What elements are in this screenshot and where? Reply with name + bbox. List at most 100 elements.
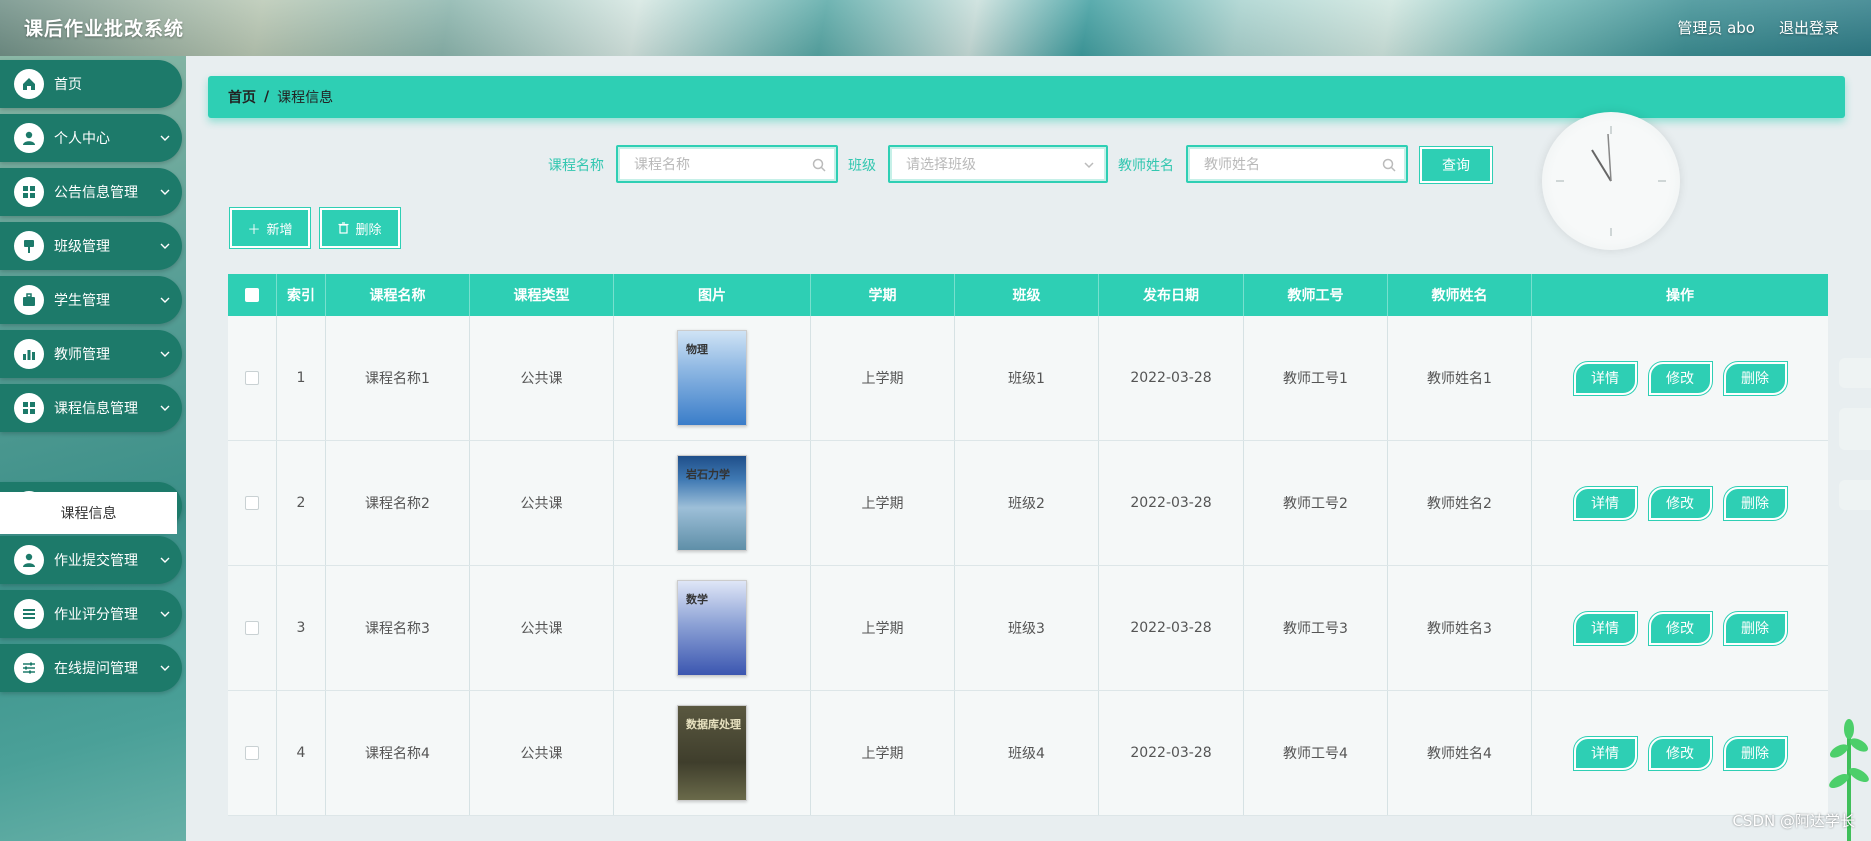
chevron-down-icon — [160, 243, 170, 249]
book-cover-image[interactable]: 数学 — [677, 580, 747, 676]
sidebar-item-label: 作业提交管理 — [54, 553, 138, 569]
course-name-cell: 课程名称3 — [326, 566, 470, 690]
grid-icon — [14, 393, 44, 423]
book-cover-image[interactable]: 岩石力学 — [677, 455, 747, 551]
sidebar-item-7[interactable]: 课程信息管理 — [0, 384, 182, 432]
course-name-input[interactable]: 课程名称 — [616, 145, 838, 183]
list-icon — [14, 599, 44, 629]
publish-date-cell: 2022-03-28 — [1099, 691, 1244, 815]
sidebar-item-label: 公告信息管理 — [54, 185, 138, 201]
watermark: CSDN @阿达学长 — [1732, 812, 1855, 830]
column-header: 发布日期 — [1099, 274, 1244, 316]
operations-cell: 详情 修改 删除 — [1532, 316, 1828, 440]
chevron-down-icon — [160, 351, 170, 357]
delete-button[interactable]: 删除 — [1723, 361, 1787, 395]
chevron-down-icon — [160, 557, 170, 563]
row-select-cell — [228, 316, 277, 440]
row-checkbox[interactable] — [245, 496, 259, 510]
course-table: 索引 课程名称 课程类型 图片 学期 班级 发布日期 教师工号 教师姓名 操作 1 课程名称1 公共课… — [228, 274, 1828, 816]
publish-date-cell: 2022-03-28 — [1099, 566, 1244, 690]
course-type-cell: 公共课 — [470, 316, 614, 440]
table-body: 1 课程名称1 公共课 物理 上学期 班级1 2022-03-28 教师工号1 教师姓名1 详情修… — [228, 316, 1828, 816]
edit-button[interactable]: 修改 — [1648, 486, 1712, 520]
class-placeholder: 请选择班级 — [906, 157, 976, 173]
sidebar-item-label: 课程信息管理 — [54, 401, 138, 417]
bulk-delete-label: 删除 — [355, 222, 382, 238]
column-header: 课程名称 — [326, 274, 470, 316]
sidebar-item-10[interactable]: 作业评分管理 — [0, 590, 182, 638]
publish-date-cell: 2022-03-28 — [1099, 441, 1244, 565]
chevron-down-icon — [160, 135, 170, 141]
column-header: 教师姓名 — [1388, 274, 1532, 316]
book-cover-image[interactable]: 数据库处理 — [677, 705, 747, 801]
teacher-name-placeholder: 教师姓名 — [1204, 157, 1260, 173]
column-header: 课程类型 — [470, 274, 614, 316]
class-cell: 班级3 — [955, 566, 1099, 690]
table-header: 索引 课程名称 课程类型 图片 学期 班级 发布日期 教师工号 教师姓名 操作 — [228, 274, 1828, 316]
edit-button[interactable]: 修改 — [1648, 736, 1712, 770]
sidebar: 首页个人中心公告信息管理班级管理学生管理教师管理课程信息管理作业布置管理作业提交… — [0, 56, 186, 841]
breadcrumb-home[interactable]: 首页 — [228, 87, 256, 107]
course-name-label: 课程名称 — [548, 158, 604, 174]
sidebar-item-label: 学生管理 — [54, 293, 110, 309]
flag-icon — [14, 231, 44, 261]
edit-button[interactable]: 修改 — [1648, 361, 1712, 395]
sidebar-item-9[interactable]: 作业提交管理 — [0, 536, 182, 584]
chevron-down-icon — [160, 297, 170, 303]
sidebar-item-1[interactable]: 首页 — [0, 60, 182, 108]
column-header: 班级 — [955, 274, 1099, 316]
chevron-down-icon — [1084, 162, 1094, 169]
image-cell: 岩石力学 — [614, 441, 811, 565]
detail-button[interactable]: 详情 — [1573, 736, 1637, 770]
sidebar-item-2[interactable]: 个人中心 — [0, 114, 182, 162]
edit-button[interactable]: 修改 — [1648, 611, 1712, 645]
sidebar-item-3[interactable]: 公告信息管理 — [0, 168, 182, 216]
column-header: 图片 — [614, 274, 811, 316]
sidebar-item-4[interactable]: 班级管理 — [0, 222, 182, 270]
chevron-down-icon — [160, 665, 170, 671]
logout-link[interactable]: 退出登录 — [1779, 17, 1839, 38]
class-select[interactable]: 请选择班级 — [888, 145, 1108, 183]
bulk-delete-button[interactable]: 删除 — [320, 208, 400, 248]
breadcrumb-separator: / — [264, 89, 270, 105]
term-cell: 上学期 — [811, 566, 955, 690]
add-button[interactable]: ＋ 新增 — [230, 208, 310, 248]
sidebar-item-label: 个人中心 — [54, 131, 110, 147]
trash-icon — [338, 222, 349, 234]
sidebar-item-5[interactable]: 学生管理 — [0, 276, 182, 324]
query-button[interactable]: 查询 — [1420, 147, 1492, 183]
side-tab[interactable] — [1839, 480, 1871, 510]
detail-button[interactable]: 详情 — [1573, 361, 1637, 395]
class-label: 班级 — [848, 158, 876, 174]
side-tab[interactable] — [1839, 358, 1871, 388]
class-cell: 班级2 — [955, 441, 1099, 565]
sidebar-subitem-course-info[interactable]: 课程信息 — [0, 492, 177, 534]
delete-button[interactable]: 删除 — [1723, 736, 1787, 770]
detail-button[interactable]: 详情 — [1573, 611, 1637, 645]
row-checkbox[interactable] — [245, 746, 259, 760]
book-cover-image[interactable]: 物理 — [677, 330, 747, 426]
delete-button[interactable]: 删除 — [1723, 486, 1787, 520]
bar-chart-icon — [14, 339, 44, 369]
image-cell: 数学 — [614, 566, 811, 690]
sidebar-item-11[interactable]: 在线提问管理 — [0, 644, 182, 692]
teacher-id-cell: 教师工号3 — [1244, 566, 1388, 690]
teacher-name-input[interactable]: 教师姓名 — [1186, 145, 1408, 183]
current-user[interactable]: 管理员 abo — [1677, 17, 1755, 38]
sidebar-item-6[interactable]: 教师管理 — [0, 330, 182, 378]
select-all-checkbox[interactable] — [245, 288, 259, 302]
term-cell: 上学期 — [811, 441, 955, 565]
course-type-cell: 公共课 — [470, 691, 614, 815]
side-tab[interactable] — [1839, 408, 1871, 450]
user-icon — [14, 123, 44, 153]
delete-button[interactable]: 删除 — [1723, 611, 1787, 645]
app-title: 课后作业批改系统 — [24, 18, 185, 40]
row-checkbox[interactable] — [245, 371, 259, 385]
operations-cell: 详情 修改 删除 — [1532, 691, 1828, 815]
row-checkbox[interactable] — [245, 621, 259, 635]
teacher-name-cell: 教师姓名1 — [1388, 316, 1532, 440]
teacher-id-cell: 教师工号1 — [1244, 316, 1388, 440]
detail-button[interactable]: 详情 — [1573, 486, 1637, 520]
row-select-cell — [228, 691, 277, 815]
teacher-name-cell: 教师姓名2 — [1388, 441, 1532, 565]
